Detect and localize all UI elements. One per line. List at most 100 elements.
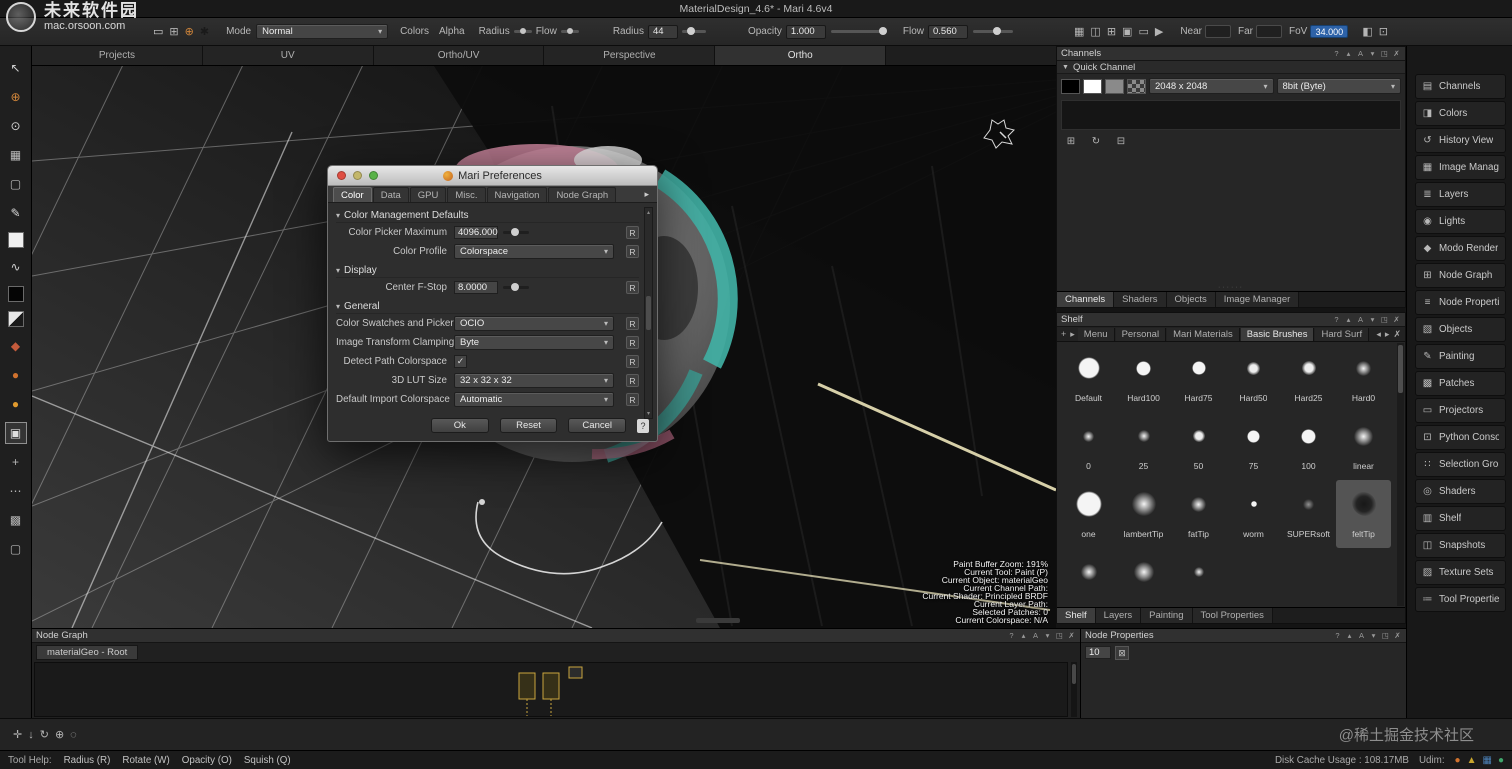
minimize-window-icon[interactable]	[353, 171, 362, 180]
color-swatch-0[interactable]	[1061, 79, 1080, 94]
pref-number-input[interactable]: 4096.000	[454, 226, 498, 239]
radius-mini-knob[interactable]	[520, 28, 526, 34]
palette-button-modo-render[interactable]: ◆Modo Render	[1415, 236, 1506, 261]
zoom-tool[interactable]: ⊙	[6, 116, 26, 136]
pref-dropdown[interactable]: Automatic▾	[454, 392, 614, 407]
node-properties-value-input[interactable]: 10	[1085, 646, 1111, 659]
brush-hard100[interactable]: Hard100	[1116, 344, 1171, 412]
status-cache-icon[interactable]: ▦	[1483, 755, 1492, 766]
reset-button[interactable]: R	[626, 355, 639, 368]
brush-hard75[interactable]: Hard75	[1171, 344, 1226, 412]
flow-mini-slider[interactable]	[561, 30, 579, 33]
brush-unnamed[interactable]	[1061, 548, 1116, 607]
move-tool-icon[interactable]: ✛	[13, 728, 22, 741]
uv-tool[interactable]: ▦	[6, 145, 26, 165]
scroll-up-icon[interactable]: ▴	[647, 209, 650, 216]
pref-dropdown[interactable]: OCIO▾	[454, 316, 614, 331]
panel-help-icon[interactable]: ?	[1332, 315, 1341, 324]
color-swatch-2[interactable]	[1105, 79, 1124, 94]
shelf-panel-header[interactable]: Shelf ?▴A▾◳✗	[1057, 313, 1405, 327]
add-channel-icon[interactable]: ⊞	[1063, 135, 1079, 148]
palette-button-snapshots[interactable]: ◫Snapshots	[1415, 533, 1506, 558]
sync-channel-icon[interactable]: ↻	[1088, 135, 1104, 148]
node-graph-scroll-thumb[interactable]	[1072, 664, 1076, 684]
opacity-slider[interactable]	[831, 30, 887, 33]
palette-button-channels[interactable]: ▤Channels	[1415, 74, 1506, 99]
paint-through-tool[interactable]: ▣	[6, 423, 26, 443]
flow-slider[interactable]	[973, 30, 1013, 33]
palette-button-shelf[interactable]: ▥Shelf	[1415, 506, 1506, 531]
remove-channel-icon[interactable]: ⊟	[1113, 135, 1129, 148]
brush-felttip[interactable]: feltTip	[1336, 480, 1391, 548]
pref-checkbox[interactable]: ✓	[454, 355, 467, 368]
scroll-tabs-right-icon[interactable]: ▸	[1383, 329, 1392, 340]
channel-list[interactable]	[1061, 100, 1401, 130]
marquee-select-tool[interactable]: ▢	[6, 174, 26, 194]
dialog-tab-color[interactable]: Color	[333, 187, 372, 202]
brush-25[interactable]: 25	[1116, 412, 1171, 480]
brush-hard25[interactable]: Hard25	[1281, 344, 1336, 412]
pref-dropdown[interactable]: 32 x 32 x 32▾	[454, 373, 614, 388]
panel-raise-icon[interactable]: ▴	[1344, 49, 1353, 58]
panel-lower-icon[interactable]: ▾	[1368, 315, 1377, 324]
brush-unnamed[interactable]	[1171, 548, 1226, 607]
eraser-tool[interactable]: ●	[6, 394, 26, 414]
gizmo-tool-icon[interactable]: ⊕	[55, 728, 64, 741]
pref-dropdown[interactable]: Colorspace▾	[454, 244, 614, 259]
dialog-scroll-thumb[interactable]	[646, 296, 651, 330]
uv-view-icon[interactable]: ▦	[1074, 25, 1084, 38]
panel-auto-icon[interactable]: A	[1356, 49, 1365, 58]
palette-button-patches[interactable]: ▩Patches	[1415, 371, 1506, 396]
palette-button-projectors[interactable]: ▭Projectors	[1415, 398, 1506, 423]
smudge-tool[interactable]: ∿	[6, 257, 26, 277]
viewport-tab-ortho-uv[interactable]: Ortho/UV	[374, 46, 545, 65]
panel-auto-icon[interactable]: A	[1031, 631, 1040, 640]
pref-slider[interactable]	[503, 231, 529, 234]
viewport-tab-perspective[interactable]: Perspective	[544, 46, 715, 65]
shelf-tab-personal[interactable]: Personal	[1116, 328, 1167, 341]
reset-button[interactable]: R	[626, 393, 639, 406]
node-properties-header[interactable]: Node Properties ?▴A▾◳✗	[1081, 629, 1406, 643]
panel-help-icon[interactable]: ?	[1333, 631, 1342, 640]
reset-button[interactable]: R	[626, 374, 639, 387]
reset-button[interactable]: R	[626, 245, 639, 258]
dialog-tab-scroll-icon[interactable]: ▸	[641, 187, 652, 202]
panel-detach-icon[interactable]: ◳	[1380, 49, 1389, 58]
view-settings-icon[interactable]: ⊡	[1379, 25, 1388, 38]
panel-close-icon[interactable]: ✗	[1392, 49, 1401, 58]
pref-slider[interactable]	[503, 286, 529, 289]
panel-detach-icon[interactable]: ◳	[1380, 315, 1389, 324]
palette-button-image-manager[interactable]: ▦Image Manager	[1415, 155, 1506, 180]
panel-help-icon[interactable]: ?	[1007, 631, 1016, 640]
viewport-tab-projects[interactable]: Projects	[32, 46, 203, 65]
palette-button-history-view[interactable]: ↺History View	[1415, 128, 1506, 153]
brush-hard0[interactable]: Hard0	[1336, 344, 1391, 412]
projection-icon[interactable]: ▶	[1155, 25, 1163, 38]
brush-50[interactable]: 50	[1171, 412, 1226, 480]
shelf-options-icon[interactable]: ▸	[1068, 329, 1077, 340]
status-warning-icon[interactable]: ▲	[1467, 755, 1477, 766]
shelf-tab-hard-surf[interactable]: Hard Surf	[1315, 328, 1369, 341]
pref-dropdown[interactable]: Byte▾	[454, 335, 614, 350]
scroll-tabs-left-icon[interactable]: ◂	[1374, 329, 1383, 340]
radius-input[interactable]: 44	[648, 25, 678, 39]
brush-hard50[interactable]: Hard50	[1226, 344, 1281, 412]
status-project-icon[interactable]: ●	[1455, 755, 1461, 766]
snap-grid-icon[interactable]: ⊞	[169, 25, 178, 38]
palette-button-node-graph[interactable]: ⊞Node Graph	[1415, 263, 1506, 288]
scroll-down-icon[interactable]: ▾	[647, 410, 650, 417]
section-collapse-icon[interactable]: ▾	[336, 266, 340, 275]
shelf-tab-mari-materials[interactable]: Mari Materials	[1167, 328, 1240, 341]
zoom-window-icon[interactable]	[369, 171, 378, 180]
brush-fattip[interactable]: fatTip	[1171, 480, 1226, 548]
transform-tool[interactable]: ⊕	[6, 87, 26, 107]
panel-tab-image-manager[interactable]: Image Manager	[1216, 292, 1300, 307]
collapse-icon[interactable]: ▼	[1062, 64, 1069, 71]
brush-one[interactable]: one	[1061, 480, 1116, 548]
dialog-tab-node-graph[interactable]: Node Graph	[548, 187, 616, 202]
opacity-slider-knob[interactable]	[879, 27, 887, 35]
screenshot-icon[interactable]: ▭	[1138, 25, 1148, 38]
node-properties-clear-icon[interactable]: ⊠	[1115, 646, 1129, 660]
dialog-tab-data[interactable]: Data	[373, 187, 409, 202]
reset-button[interactable]: R	[626, 281, 639, 294]
